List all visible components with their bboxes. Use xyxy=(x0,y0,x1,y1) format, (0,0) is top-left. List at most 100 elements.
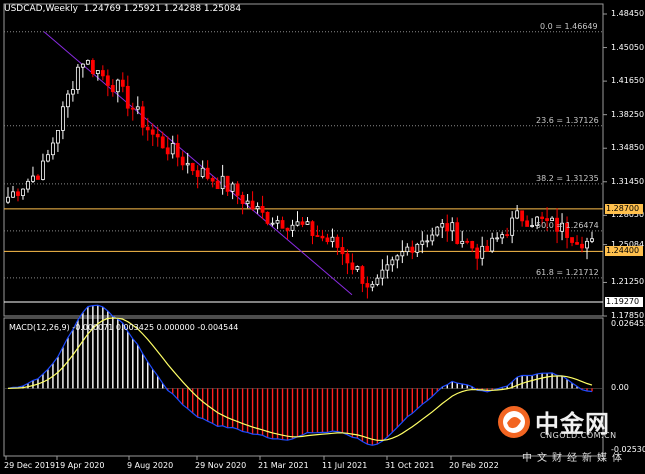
bear-candle xyxy=(175,143,180,158)
bear-candle xyxy=(285,227,290,231)
bear-candle xyxy=(315,235,320,237)
bear-candle xyxy=(475,247,480,259)
bear-candle xyxy=(16,191,20,196)
bull-candle xyxy=(230,183,235,192)
price-axis-label: 1.45050 xyxy=(611,42,645,52)
bull-candle xyxy=(185,162,190,166)
bear-candle xyxy=(110,85,115,93)
bull-candle xyxy=(415,243,420,253)
fib-level-label: 0.0 = 1.46649 xyxy=(540,21,598,31)
bull-candle xyxy=(115,79,120,93)
bull-candle xyxy=(295,221,300,226)
bull-candle xyxy=(21,188,25,196)
bull-candle xyxy=(395,255,400,261)
bear-candle xyxy=(470,240,475,249)
bull-candle xyxy=(420,240,425,245)
bear-candle xyxy=(105,75,110,86)
bull-candle xyxy=(515,210,520,219)
bear-candle xyxy=(225,175,230,192)
price-axis-label: 1.34850 xyxy=(611,143,645,153)
price-tag: 1.24400 xyxy=(605,246,643,257)
bull-candle xyxy=(530,225,535,227)
fib-level-label: 23.6 = 1.37126 xyxy=(536,115,599,125)
bull-candle xyxy=(450,222,455,232)
time-axis-label: 31 Oct 2021 xyxy=(385,461,435,470)
bull-candle xyxy=(305,221,310,225)
bull-candle xyxy=(290,224,295,231)
bear-candle xyxy=(505,234,510,236)
bear-candle xyxy=(310,221,315,236)
bull-candle xyxy=(480,245,485,259)
bull-candle xyxy=(405,246,410,253)
bear-candle xyxy=(350,262,355,270)
bull-candle xyxy=(220,175,225,190)
time-axis-label: 11 Jul 2021 xyxy=(322,461,368,470)
time-axis-label: 19 Apr 2020 xyxy=(55,461,105,470)
bull-candle xyxy=(200,167,205,177)
bull-candle xyxy=(500,234,505,239)
bull-candle xyxy=(56,130,60,144)
bull-candle xyxy=(95,70,100,75)
time-axis-label: 21 Mar 2021 xyxy=(258,461,309,470)
downtrend-line[interactable] xyxy=(43,31,353,296)
bull-candle xyxy=(65,93,70,108)
bear-candle xyxy=(240,194,245,204)
bear-candle xyxy=(300,221,305,225)
bull-candle xyxy=(70,89,75,95)
price-tag: 1.28700 xyxy=(605,203,643,214)
bull-candle xyxy=(31,175,35,182)
bear-candle xyxy=(215,180,220,190)
bear-candle xyxy=(520,210,525,222)
bull-candle xyxy=(275,220,280,224)
bear-candle xyxy=(455,222,460,244)
bear-candle xyxy=(445,223,450,232)
bear-candle xyxy=(280,220,285,229)
bear-candle xyxy=(260,206,265,213)
bear-candle xyxy=(320,235,325,239)
chart-header: USDCAD,Weekly 1.24769 1.25921 1.24288 1.… xyxy=(4,4,241,14)
bull-candle xyxy=(380,269,385,279)
bear-candle xyxy=(525,220,530,227)
price-axis-label: 1.48450 xyxy=(611,9,645,18)
bull-candle xyxy=(510,217,515,236)
bull-candle xyxy=(270,222,275,225)
price-tag: 1.19270 xyxy=(605,296,643,307)
time-axis-label: 29 Dec 2019 xyxy=(4,461,56,470)
bull-candle xyxy=(330,236,335,243)
bear-candle xyxy=(165,147,170,155)
bull-candle xyxy=(6,196,10,203)
bull-candle xyxy=(245,200,250,204)
bear-candle xyxy=(485,245,490,252)
time-axis-label: 20 Feb 2022 xyxy=(449,461,499,470)
fib-level-label: 61.8 = 1.21712 xyxy=(536,267,599,277)
trendline[interactable] xyxy=(43,31,353,296)
bull-candle xyxy=(375,277,380,285)
bear-candle xyxy=(125,85,130,109)
bear-candle xyxy=(180,156,185,166)
brand-domain: CNGOLD.COM.CN xyxy=(540,431,617,440)
brand-tagline: 中文财经新媒体 xyxy=(522,453,627,464)
bear-candle xyxy=(365,283,370,288)
bear-candle xyxy=(195,170,200,177)
bull-candle xyxy=(460,240,465,244)
bull-candle xyxy=(495,237,500,240)
bear-candle xyxy=(90,60,95,75)
bear-candle xyxy=(410,246,415,253)
bear-candle xyxy=(325,237,330,243)
bear-candle xyxy=(155,133,160,138)
bear-candle xyxy=(575,242,579,245)
bear-candle xyxy=(160,136,165,149)
cngold-logo-icon xyxy=(496,404,532,440)
bull-candle xyxy=(585,240,589,249)
price-axis-label: 1.21250 xyxy=(611,277,645,287)
bull-candle xyxy=(425,240,430,243)
bull-candle xyxy=(41,160,45,180)
chart-canvas[interactable] xyxy=(0,0,645,474)
macd-axis-label: 0.00 xyxy=(611,383,629,393)
bull-candle xyxy=(370,283,375,288)
bear-candle xyxy=(145,126,150,131)
bear-candle xyxy=(190,162,195,172)
bear-candle xyxy=(340,247,345,255)
time-axis-label: 29 Nov 2020 xyxy=(195,461,247,470)
bull-candle xyxy=(590,238,594,242)
